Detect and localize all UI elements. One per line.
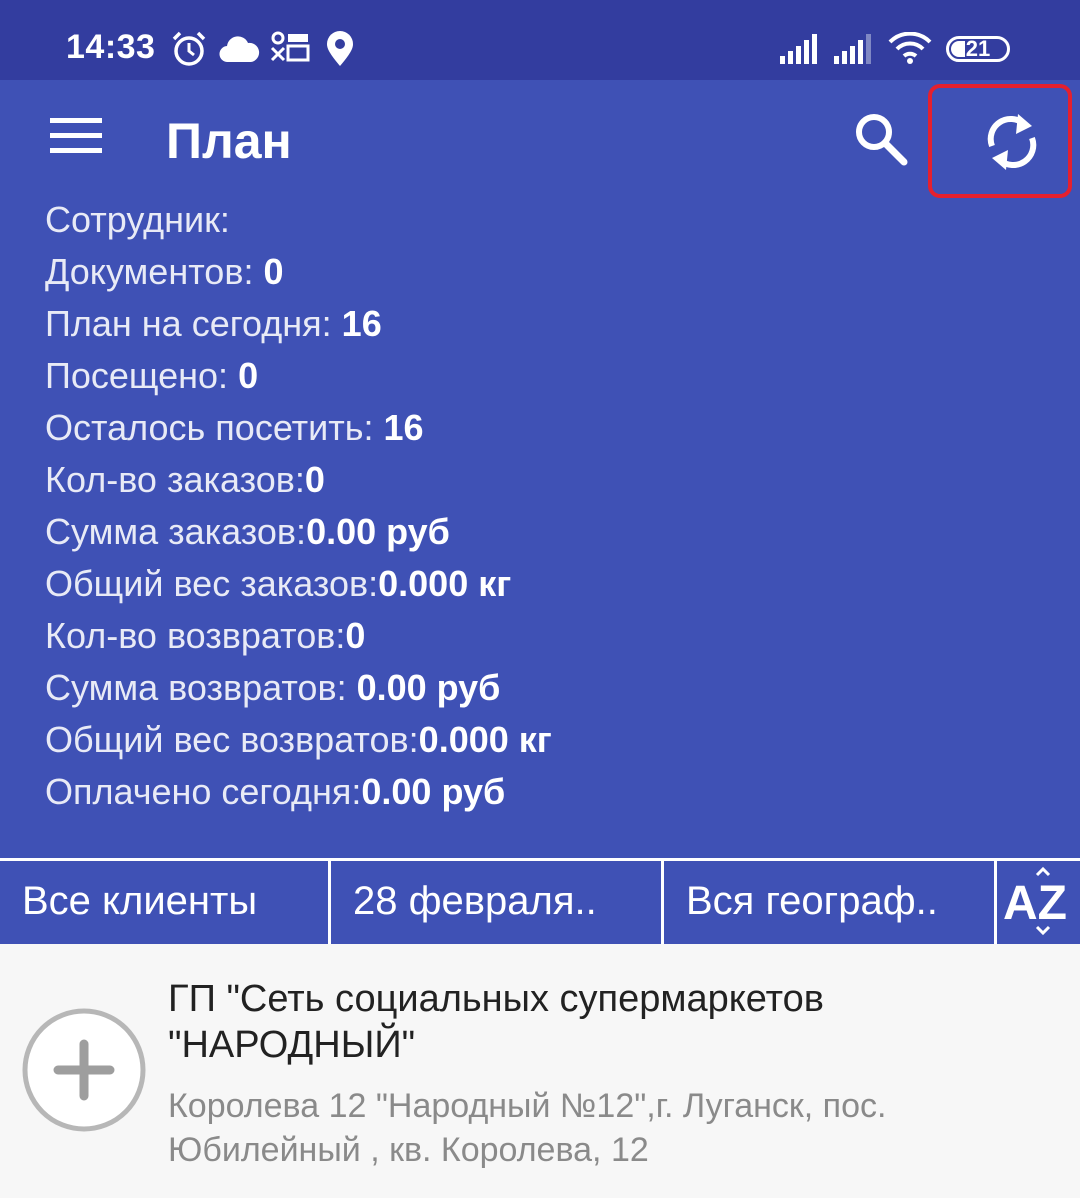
cloud-icon — [219, 36, 260, 63]
client-address: Королева 12 "Народный №12",г. Луганск, п… — [168, 1087, 887, 1169]
stat-left-to-visit: Осталось посетить: 16 — [45, 407, 424, 448]
stat-paid-today: Оплачено сегодня:0.00 руб — [45, 771, 506, 812]
sync-icon — [987, 114, 1037, 170]
wifi-icon — [888, 32, 932, 64]
date-filter[interactable]: 28 февраля.. — [331, 861, 664, 944]
stat-orders-weight: Общий вес заказов:0.000 кг — [45, 563, 512, 604]
filter-bar: Все клиенты 28 февраля.. Вся географ.. A… — [0, 858, 1080, 944]
hamburger-menu-icon — [50, 118, 102, 153]
sort-button[interactable]: AZ — [997, 861, 1080, 944]
list-item[interactable]: ГП "Сеть социальных супермаркетов "НАРОД… — [0, 944, 1080, 1198]
client-name: ГП "Сеть социальных супермаркетов "НАРОД… — [168, 978, 824, 1066]
alarm-icon — [172, 31, 206, 66]
sort-az-icon: AZ — [1003, 866, 1067, 936]
notification-icon — [270, 31, 310, 62]
stat-employee: Сотрудник: — [45, 199, 230, 240]
signal-icon — [780, 34, 817, 64]
stat-returns-count: Кол-во возвратов:0 — [45, 615, 366, 656]
search-button[interactable] — [848, 106, 918, 176]
stat-returns-sum: Сумма возвратов: 0.00 руб — [45, 667, 501, 708]
plan-stats: Сотрудник: Документов: 0 План на сегодня… — [45, 194, 552, 818]
stat-plan-today: План на сегодня: 16 — [45, 303, 382, 344]
status-time: 14:33 — [66, 28, 156, 66]
stat-returns-weight: Общий вес возвратов:0.000 кг — [45, 719, 552, 760]
location-icon — [327, 31, 353, 66]
add-client-button[interactable] — [22, 1008, 146, 1132]
geography-filter[interactable]: Вся географ.. — [664, 861, 997, 944]
signal-icon-2 — [834, 34, 871, 64]
plan-header: План Сотрудник: Документов: 0 План на се… — [0, 80, 1080, 858]
plus-circle-icon — [22, 1008, 146, 1132]
page-title: План — [166, 113, 292, 169]
status-bar: 14:33 21 — [0, 0, 1080, 80]
stat-orders-sum: Сумма заказов:0.00 руб — [45, 511, 450, 552]
menu-button[interactable] — [42, 110, 114, 166]
battery-icon: 21 — [946, 36, 1010, 62]
battery-level: 21 — [965, 36, 991, 61]
stat-orders-count: Кол-во заказов:0 — [45, 459, 325, 500]
stat-documents: Документов: 0 — [45, 251, 284, 292]
sync-button[interactable] — [928, 84, 1072, 198]
clients-filter[interactable]: Все клиенты — [0, 861, 331, 944]
stat-visited: Посещено: 0 — [45, 355, 259, 396]
search-icon — [856, 114, 908, 166]
sort-label: AZ — [1003, 877, 1067, 930]
